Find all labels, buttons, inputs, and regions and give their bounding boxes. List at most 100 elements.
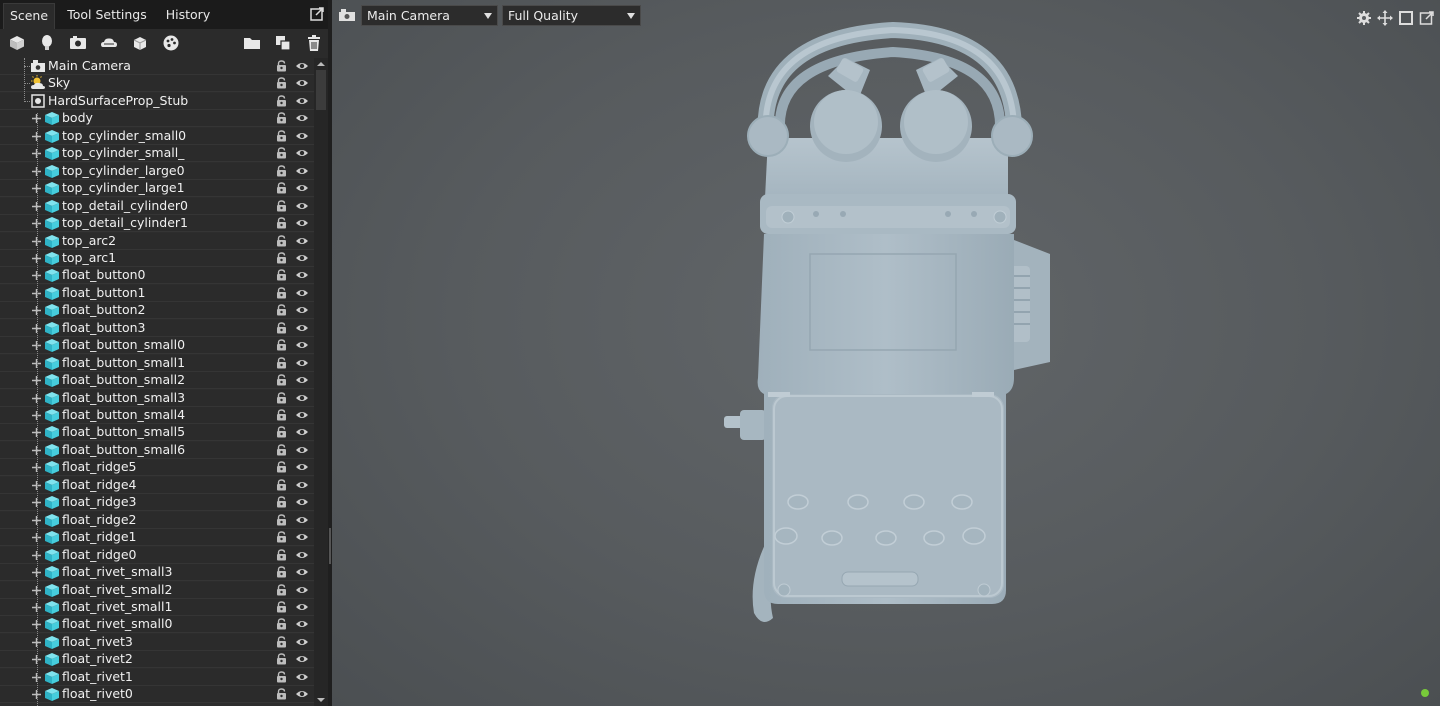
eye-icon[interactable]: [295, 323, 309, 333]
tree-item-root[interactable]: HardSurfaceProp_Stub: [0, 92, 314, 110]
tree-item-child[interactable]: float_ridge0: [0, 546, 314, 564]
palette-icon[interactable]: [161, 33, 181, 53]
eye-icon[interactable]: [295, 78, 309, 88]
tree-item-child[interactable]: float_button_small3: [0, 389, 314, 407]
3d-viewport[interactable]: Main Camera Full Quality: [332, 0, 1440, 706]
eye-icon[interactable]: [295, 427, 309, 437]
eye-icon[interactable]: [295, 201, 309, 211]
tree-item-child[interactable]: float_button_small4: [0, 407, 314, 424]
quality-select[interactable]: Full Quality: [502, 5, 641, 26]
tree-item-child[interactable]: float_button_small1: [0, 354, 314, 372]
primitive-icon[interactable]: [130, 33, 150, 53]
lock-icon[interactable]: [276, 287, 287, 299]
lock-icon[interactable]: [276, 130, 287, 142]
tree-item-child[interactable]: float_ridge4: [0, 476, 314, 494]
tab-tool-settings[interactable]: Tool Settings: [62, 3, 152, 29]
lock-icon[interactable]: [276, 252, 287, 264]
eye-icon[interactable]: [295, 567, 309, 577]
eye-icon[interactable]: [295, 410, 309, 420]
eye-icon[interactable]: [295, 672, 309, 682]
eye-icon[interactable]: [295, 131, 309, 141]
lock-icon[interactable]: [276, 356, 287, 369]
tree-item-child[interactable]: float_rivet1: [0, 668, 314, 686]
tree-scrollbar[interactable]: [314, 58, 328, 706]
eye-icon[interactable]: [295, 462, 309, 472]
lock-icon[interactable]: [276, 322, 287, 334]
eye-icon[interactable]: [295, 532, 309, 542]
tree-item-child[interactable]: top_cylinder_large0: [0, 162, 314, 180]
tree-item-child[interactable]: float_ridge3: [0, 494, 314, 512]
eye-icon[interactable]: [295, 515, 309, 525]
tab-history[interactable]: History: [160, 3, 216, 29]
eye-icon[interactable]: [295, 550, 309, 560]
tree-item-child[interactable]: float_rivet_small0: [0, 616, 314, 634]
tree-item-child[interactable]: top_cylinder_large1: [0, 180, 314, 198]
tree-item-child[interactable]: float_ridge5: [0, 459, 314, 477]
lock-icon[interactable]: [276, 671, 287, 683]
lock-icon[interactable]: [276, 304, 287, 316]
eye-icon[interactable]: [295, 236, 309, 246]
lock-icon[interactable]: [276, 391, 287, 404]
lock-icon[interactable]: [276, 77, 287, 89]
tab-scene[interactable]: Scene: [3, 3, 55, 29]
hard-surface-prop-model[interactable]: [718, 18, 1078, 630]
eye-icon[interactable]: [295, 619, 309, 629]
popout-icon[interactable]: [1419, 10, 1435, 26]
lock-icon[interactable]: [276, 269, 287, 281]
eye-icon[interactable]: [295, 689, 309, 699]
lock-icon[interactable]: [276, 653, 287, 665]
tree-item-child[interactable]: float_rivet_small3: [0, 564, 314, 582]
lock-icon[interactable]: [276, 374, 287, 386]
popout-icon[interactable]: [310, 7, 324, 21]
eye-icon[interactable]: [295, 585, 309, 595]
lock-icon[interactable]: [276, 688, 287, 700]
camera-icon[interactable]: [68, 33, 88, 53]
camera-select[interactable]: Main Camera: [361, 5, 498, 26]
tree-item-child[interactable]: float_button2: [0, 302, 314, 320]
eye-icon[interactable]: [295, 480, 309, 490]
folder-icon[interactable]: [242, 33, 262, 53]
eye-icon[interactable]: [295, 445, 309, 455]
eye-icon[interactable]: [295, 113, 309, 123]
tree-item-child[interactable]: float_button_small5: [0, 424, 314, 442]
tree-item-child[interactable]: top_arc1: [0, 249, 314, 267]
maximize-icon[interactable]: [1398, 10, 1414, 26]
lock-icon[interactable]: [276, 199, 287, 212]
eye-icon[interactable]: [295, 393, 309, 403]
eye-icon[interactable]: [295, 637, 309, 647]
tree-item-child[interactable]: float_rivet_small1: [0, 598, 314, 616]
lock-icon[interactable]: [276, 95, 287, 107]
tree-item-root[interactable]: Sky: [0, 75, 314, 93]
tree-item-child[interactable]: float_button_small2: [0, 372, 314, 390]
tree-item-child[interactable]: body: [0, 110, 314, 128]
tree-item-child[interactable]: float_ridge2: [0, 511, 314, 529]
tree-item-root[interactable]: Main Camera: [0, 58, 314, 75]
tree-item-child[interactable]: float_rivet3: [0, 633, 314, 651]
lock-icon[interactable]: [276, 339, 287, 351]
tree-item-child[interactable]: top_cylinder_small0: [0, 127, 314, 145]
eye-icon[interactable]: [295, 96, 309, 106]
scroll-up-icon[interactable]: [314, 58, 328, 70]
lock-icon[interactable]: [276, 548, 287, 561]
tree-item-child[interactable]: float_rivet0: [0, 686, 314, 704]
eye-icon[interactable]: [295, 253, 309, 263]
lock-icon[interactable]: [276, 112, 287, 124]
lock-icon[interactable]: [276, 513, 287, 526]
eye-icon[interactable]: [295, 166, 309, 176]
tree-item-child[interactable]: float_rivet2: [0, 651, 314, 669]
lock-icon[interactable]: [276, 409, 287, 421]
lock-icon[interactable]: [276, 182, 287, 194]
eye-icon[interactable]: [295, 602, 309, 612]
eye-icon[interactable]: [295, 61, 309, 71]
tree-item-child[interactable]: float_button1: [0, 284, 314, 302]
light-icon[interactable]: [37, 33, 57, 53]
lock-icon[interactable]: [276, 147, 287, 159]
lock-icon[interactable]: [276, 496, 287, 508]
lock-icon[interactable]: [276, 60, 287, 72]
lock-icon[interactable]: [276, 479, 287, 491]
duplicate-icon[interactable]: [273, 33, 293, 53]
move-icon[interactable]: [1377, 10, 1393, 26]
eye-icon[interactable]: [295, 375, 309, 385]
splitter-grip[interactable]: [329, 528, 331, 564]
lock-icon[interactable]: [276, 164, 287, 177]
